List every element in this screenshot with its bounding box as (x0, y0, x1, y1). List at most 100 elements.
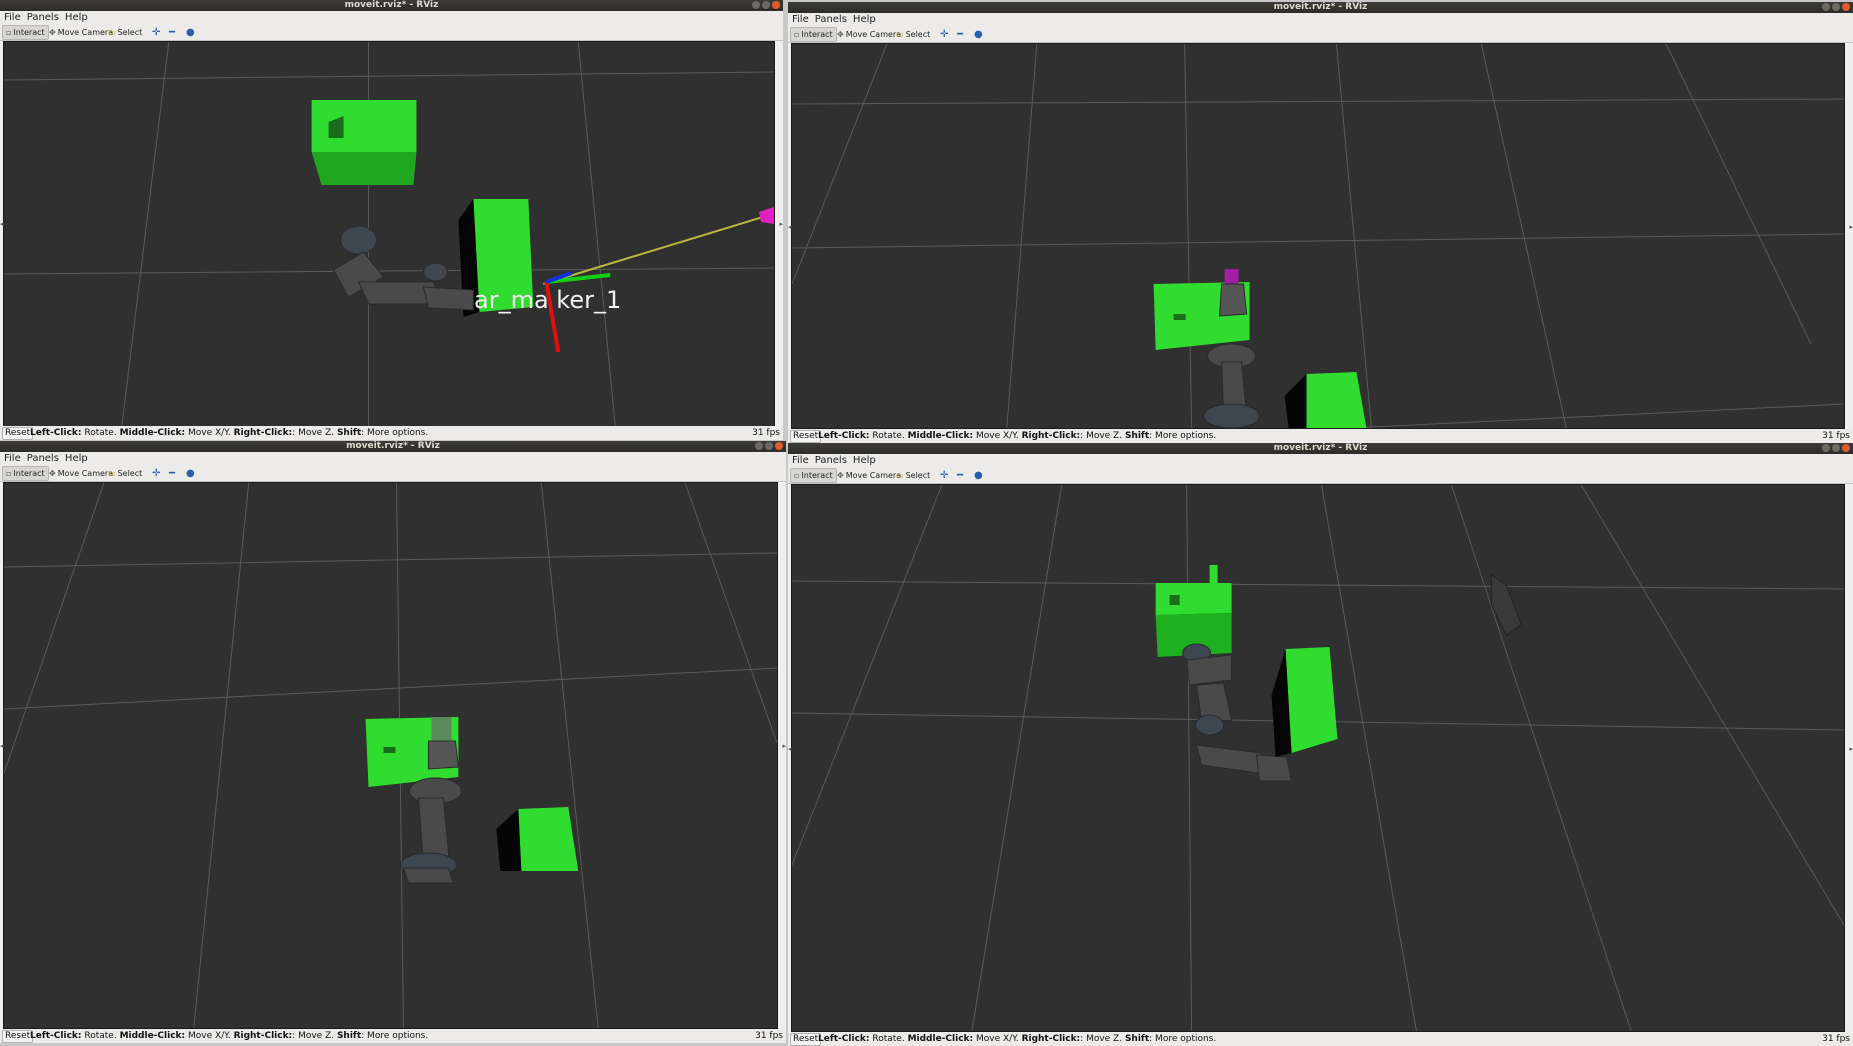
maximize-button[interactable] (1832, 3, 1840, 11)
left-panel-grip[interactable]: ◂ (788, 745, 792, 753)
publish-point-tool-button[interactable]: ● (183, 26, 198, 39)
left-panel-grip[interactable]: ◂ (0, 220, 4, 228)
close-button[interactable] (772, 1, 780, 9)
window-title: moveit.rviz* - RViz (1273, 2, 1368, 12)
maximize-button[interactable] (762, 1, 770, 9)
reset-button[interactable]: Reset (790, 1033, 822, 1046)
measure-tool-button[interactable]: ━ (954, 28, 966, 41)
publish-point-tool-button[interactable]: ● (183, 467, 198, 480)
interact-tool-button[interactable]: ▫ Interact (2, 466, 49, 481)
minimize-button[interactable] (755, 442, 763, 450)
window-controls (1820, 444, 1850, 453)
hint-middle-key: Middle-Click: (119, 428, 186, 438)
crosshair-icon: ✛ (940, 470, 949, 481)
menu-help[interactable]: Help (853, 14, 876, 25)
close-button[interactable] (775, 442, 783, 450)
interact-label: Interact (801, 30, 833, 39)
status-bar: Reset Left-Click: Rotate. Middle-Click: … (788, 1032, 1853, 1046)
left-panel-grip[interactable]: ◂ (0, 742, 4, 750)
menu-help[interactable]: Help (65, 12, 88, 23)
scene-render (792, 485, 1844, 1031)
3d-viewport[interactable]: ar_ma ker_1 (3, 41, 775, 427)
select-tool-button[interactable]: ▭ Select (893, 469, 933, 482)
menu-file[interactable]: File (4, 12, 21, 23)
hint-middle-val: Move X/Y. (185, 1031, 234, 1041)
hint-shift-val: : More options. (361, 1031, 429, 1041)
minimize-button[interactable] (1822, 3, 1830, 11)
title-bar[interactable]: moveit.rviz* - RViz (788, 2, 1853, 13)
select-tool-button[interactable]: ▭ Select (893, 28, 933, 41)
interact-icon: ▫ (6, 469, 12, 478)
left-panel-grip[interactable]: ◂ (788, 223, 792, 231)
interact-tool-button[interactable]: ▫ Interact (790, 468, 837, 483)
hint-left-key: Left-Click: (818, 1034, 870, 1044)
title-bar[interactable]: moveit.rviz* - RViz (0, 0, 783, 11)
reset-button[interactable]: Reset (2, 1030, 34, 1043)
maximize-button[interactable] (1832, 444, 1840, 452)
menu-bar: File Panels Help (788, 13, 1853, 27)
hint-shift-val: : More options. (1149, 431, 1217, 441)
window-controls (753, 442, 783, 451)
3d-viewport[interactable] (791, 43, 1845, 429)
fps-counter: 31 fps (752, 428, 780, 438)
hint-shift-key: Shift (336, 1031, 362, 1041)
menu-file[interactable]: File (792, 14, 809, 25)
menu-file[interactable]: File (4, 453, 21, 464)
hint-left-val: Rotate. (81, 428, 120, 438)
close-button[interactable] (1842, 3, 1850, 11)
select-tool-button[interactable]: ▭ Select (105, 467, 145, 480)
ruler-icon: ━ (169, 27, 176, 38)
title-bar[interactable]: moveit.rviz* - RViz (788, 443, 1853, 454)
title-bar[interactable]: moveit.rviz* - RViz (0, 441, 786, 452)
crosshair-icon: ✛ (152, 27, 161, 38)
right-panel-grip[interactable]: ▸ (1849, 223, 1853, 231)
right-panel-grip[interactable]: ▸ (1849, 745, 1853, 753)
close-button[interactable] (1842, 444, 1850, 452)
reset-button[interactable]: Reset (790, 430, 822, 443)
move-camera-icon: ✥ (49, 469, 56, 478)
focus-camera-tool-button[interactable]: ✛ (149, 26, 163, 39)
hint-middle-key: Middle-Click: (119, 1031, 186, 1041)
select-tool-button[interactable]: ▭ Select (105, 26, 145, 39)
right-panel-grip[interactable]: ▸ (782, 742, 786, 750)
toolbar: ▫ Interact ✥ Move Camera ▭ Select ✛ ━ ● (0, 25, 783, 41)
select-icon: ▭ (896, 471, 904, 480)
minimize-button[interactable] (752, 1, 760, 9)
focus-camera-tool-button[interactable]: ✛ (937, 28, 951, 41)
status-bar: Reset Left-Click: Rotate. Middle-Click: … (0, 426, 783, 440)
green-box-near (1155, 565, 1232, 657)
menu-file[interactable]: File (792, 455, 809, 466)
maximize-button[interactable] (765, 442, 773, 450)
interact-tool-button[interactable]: ▫ Interact (2, 25, 49, 40)
3d-viewport[interactable] (791, 484, 1845, 1032)
point-icon: ● (974, 470, 983, 481)
hint-right-key: Right-Click: (233, 1031, 293, 1041)
reset-button[interactable]: Reset (2, 427, 34, 440)
measure-tool-button[interactable]: ━ (166, 467, 178, 480)
menu-panels[interactable]: Panels (815, 455, 847, 466)
green-box-top (311, 100, 417, 185)
point-icon: ● (186, 468, 195, 479)
menu-help[interactable]: Help (853, 455, 876, 466)
publish-point-tool-button[interactable]: ● (971, 469, 986, 482)
measure-tool-button[interactable]: ━ (166, 26, 178, 39)
hint-left-val: Rotate. (81, 1031, 120, 1041)
fps-counter: 31 fps (1822, 431, 1850, 441)
menu-panels[interactable]: Panels (815, 14, 847, 25)
minimize-button[interactable] (1822, 444, 1830, 452)
hint-middle-val: Move X/Y. (973, 431, 1022, 441)
focus-camera-tool-button[interactable]: ✛ (937, 469, 951, 482)
interact-icon: ▫ (6, 28, 12, 37)
menu-panels[interactable]: Panels (27, 453, 59, 464)
interact-tool-button[interactable]: ▫ Interact (790, 27, 837, 42)
menu-panels[interactable]: Panels (27, 12, 59, 23)
menu-help[interactable]: Help (65, 453, 88, 464)
3d-viewport[interactable] (3, 482, 778, 1029)
right-panel-grip[interactable]: ▸ (779, 220, 783, 228)
measure-tool-button[interactable]: ━ (954, 469, 966, 482)
focus-camera-tool-button[interactable]: ✛ (149, 467, 163, 480)
green-box-far (1284, 372, 1367, 428)
marker-label: ar_ma ker_1 (474, 286, 622, 314)
hint-left-key: Left-Click: (818, 431, 870, 441)
publish-point-tool-button[interactable]: ● (971, 28, 986, 41)
